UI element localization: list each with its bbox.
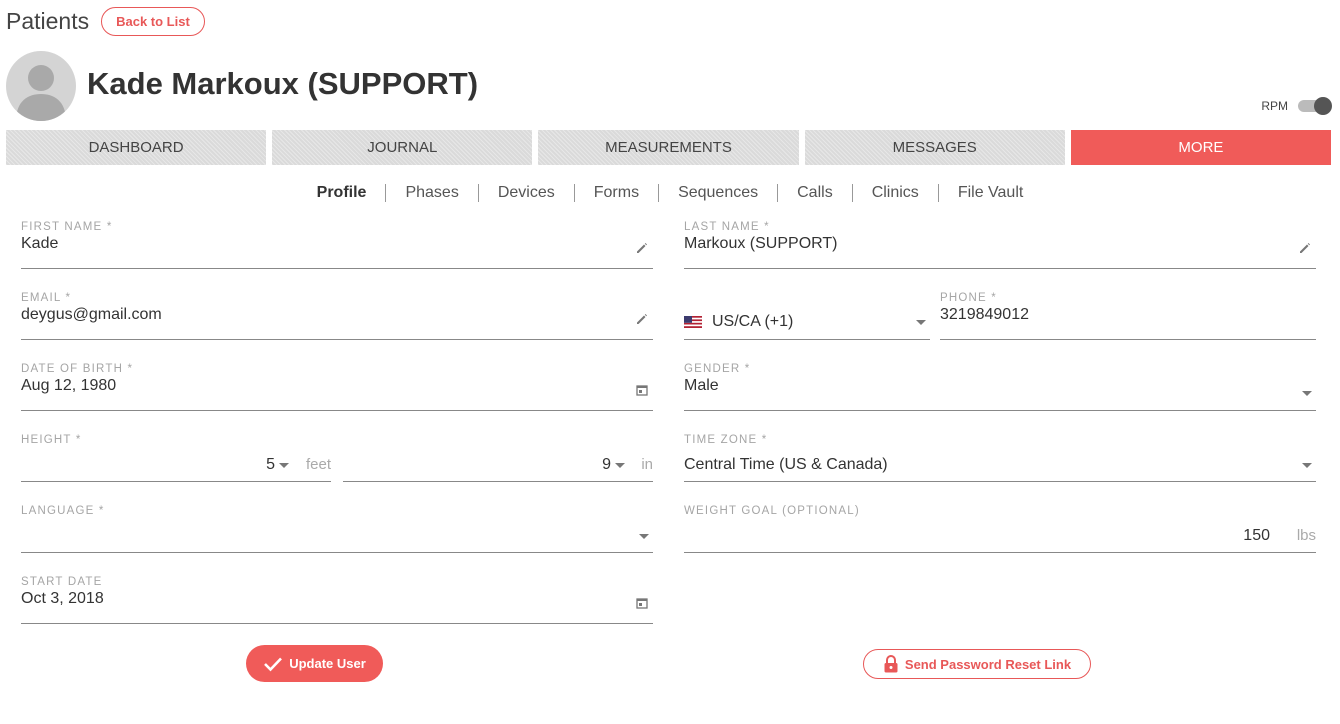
tab-measurements[interactable]: MEASUREMENTS [538,130,799,165]
lock-icon [884,655,898,673]
phone-field[interactable]: PHONE * 3219849012 [940,292,1316,340]
last-name-value: Markoux (SUPPORT) [684,235,838,252]
tab-more[interactable]: MORE [1070,130,1332,165]
start-date-field[interactable]: START DATE Oct 3, 2018 [21,576,653,624]
weight-goal-field[interactable]: WEIGHT GOAL (OPTIONAL) 150 lbs [684,505,1316,553]
subnav-profile[interactable]: Profile [298,184,387,202]
weight-goal-unit: lbs [1296,527,1316,544]
chevron-down-icon [639,534,649,539]
page-title: Patients [6,7,90,34]
chevron-down-icon [1302,391,1312,396]
date-of-birth-field[interactable]: DATE OF BIRTH * Aug 12, 1980 [21,363,653,411]
start-date-label: START DATE [21,576,103,588]
language-select[interactable]: LANGUAGE * [21,505,653,553]
subnav-clinics[interactable]: Clinics [853,184,939,202]
country-code-value: US/CA (+1) [712,313,794,330]
weight-goal-value: 150 [1243,527,1270,544]
update-user-label: Update User [289,656,366,671]
gender-label: GENDER * [684,363,751,375]
main-tabs: DASHBOARD JOURNAL MEASUREMENTS MESSAGES … [6,130,1332,165]
avatar [6,51,76,121]
pencil-icon[interactable] [635,241,649,255]
chevron-down-icon [615,463,625,468]
height-inches-value: 9 [602,456,611,473]
dob-label: DATE OF BIRTH * [21,363,134,375]
rpm-label: RPM [1261,99,1288,113]
dob-value: Aug 12, 1980 [21,377,117,394]
subnav-sequences[interactable]: Sequences [659,184,779,202]
country-code-select[interactable]: US/CA (+1) [684,292,930,340]
subnav-phases[interactable]: Phases [386,184,479,202]
email-field[interactable]: EMAIL * deygus@gmail.com [21,292,653,340]
last-name-field[interactable]: LAST NAME * Markoux (SUPPORT) [684,221,1316,269]
send-password-reset-button[interactable]: Send Password Reset Link [863,649,1091,679]
email-value: deygus@gmail.com [21,306,162,323]
first-name-field[interactable]: FIRST NAME * Kade [21,221,653,269]
user-silhouette-icon [16,65,66,121]
phone-label: PHONE * [940,292,997,304]
page-header: Patients Back to List [6,6,205,36]
timezone-select[interactable]: TIME ZONE * Central Time (US & Canada) [684,434,1316,482]
height-feet-value: 5 [266,456,275,473]
pencil-icon[interactable] [635,312,649,326]
calendar-icon[interactable] [635,596,649,610]
height-inches-unit: in [641,456,653,473]
height-inches-select[interactable]: 9 in [343,434,653,482]
subnav-file-vault[interactable]: File Vault [939,184,1043,202]
gender-value: Male [684,377,719,394]
start-date-value: Oct 3, 2018 [21,590,104,607]
sub-navigation: Profile Phases Devices Forms Sequences C… [0,184,1340,202]
rpm-toggle[interactable] [1298,97,1332,115]
timezone-value: Central Time (US & Canada) [684,456,888,473]
tab-dashboard[interactable]: DASHBOARD [6,130,267,165]
weight-goal-label: WEIGHT GOAL (OPTIONAL) [684,505,860,517]
height-label: HEIGHT * [21,434,82,446]
subnav-devices[interactable]: Devices [479,184,575,202]
checkmark-icon [264,657,283,671]
subnav-calls[interactable]: Calls [778,184,853,202]
language-label: LANGUAGE * [21,505,105,517]
chevron-down-icon [916,320,926,325]
subnav-forms[interactable]: Forms [575,184,660,202]
email-label: EMAIL * [21,292,72,304]
send-password-reset-label: Send Password Reset Link [904,656,1072,672]
tab-journal[interactable]: JOURNAL [272,130,533,165]
height-feet-unit: feet [305,456,331,473]
back-to-list-button[interactable]: Back to List [101,6,205,36]
chevron-down-icon [1302,463,1312,468]
us-flag-icon [684,316,702,328]
timezone-label: TIME ZONE * [684,434,768,446]
last-name-label: LAST NAME * [684,221,770,233]
height-feet-select[interactable]: HEIGHT * 5 feet [21,434,331,482]
rpm-control: RPM [1261,97,1332,115]
toggle-knob [1314,97,1332,115]
chevron-down-icon [279,463,289,468]
phone-value: 3219849012 [940,306,1029,323]
first-name-value: Kade [21,235,59,252]
calendar-icon[interactable] [635,383,649,397]
tab-messages[interactable]: MESSAGES [804,130,1065,165]
gender-select[interactable]: GENDER * Male [684,363,1316,411]
update-user-button[interactable]: Update User [246,645,383,682]
patient-name: Kade Markoux (SUPPORT) [87,66,479,101]
pencil-icon[interactable] [1298,241,1312,255]
first-name-label: FIRST NAME * [21,221,113,233]
